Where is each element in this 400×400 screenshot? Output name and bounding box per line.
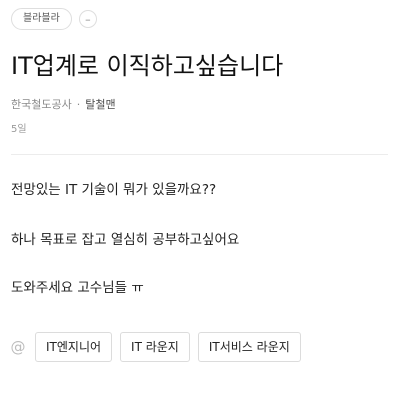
tag-list: @ IT엔지니어 IT 라운지 IT서비스 라운지 [9,332,309,362]
post-body-line: 하나 목표로 잡고 열심히 공부하고싶어요 [11,232,240,248]
post-body-line: 도와주세요 고수님들 ㅠ [11,280,144,296]
more-button[interactable]: – [78,10,97,28]
author-nickname[interactable]: 탈철맨 [85,96,115,112]
tag-chip-it-lounge[interactable]: IT 라운지 [120,332,190,362]
author-meta: 한국철도공사 · 탈철맨 [11,96,116,112]
post-page: 블라블라 – IT업계로 이직하고싶습니다 한국철도공사 · 탈철맨 5일 전망… [0,0,400,400]
post-body-line: 전망있는 IT 기술이 뭐가 있을까요?? [11,182,217,198]
tag-chip-it-engineer[interactable]: IT엔지니어 [35,332,113,362]
at-icon: @ [10,338,26,356]
category-chip[interactable]: 블라블라 [11,8,72,30]
post-date: 5일 [11,124,27,135]
meta-separator: · [76,97,81,111]
tag-chip-it-service-lounge[interactable]: IT서비스 라운지 [197,332,301,362]
post-title: IT업계로 이직하고싶습니다 [11,52,284,80]
author-company[interactable]: 한국철도공사 [11,96,72,112]
divider [11,154,388,155]
post-header-row: 블라블라 – [11,8,97,30]
